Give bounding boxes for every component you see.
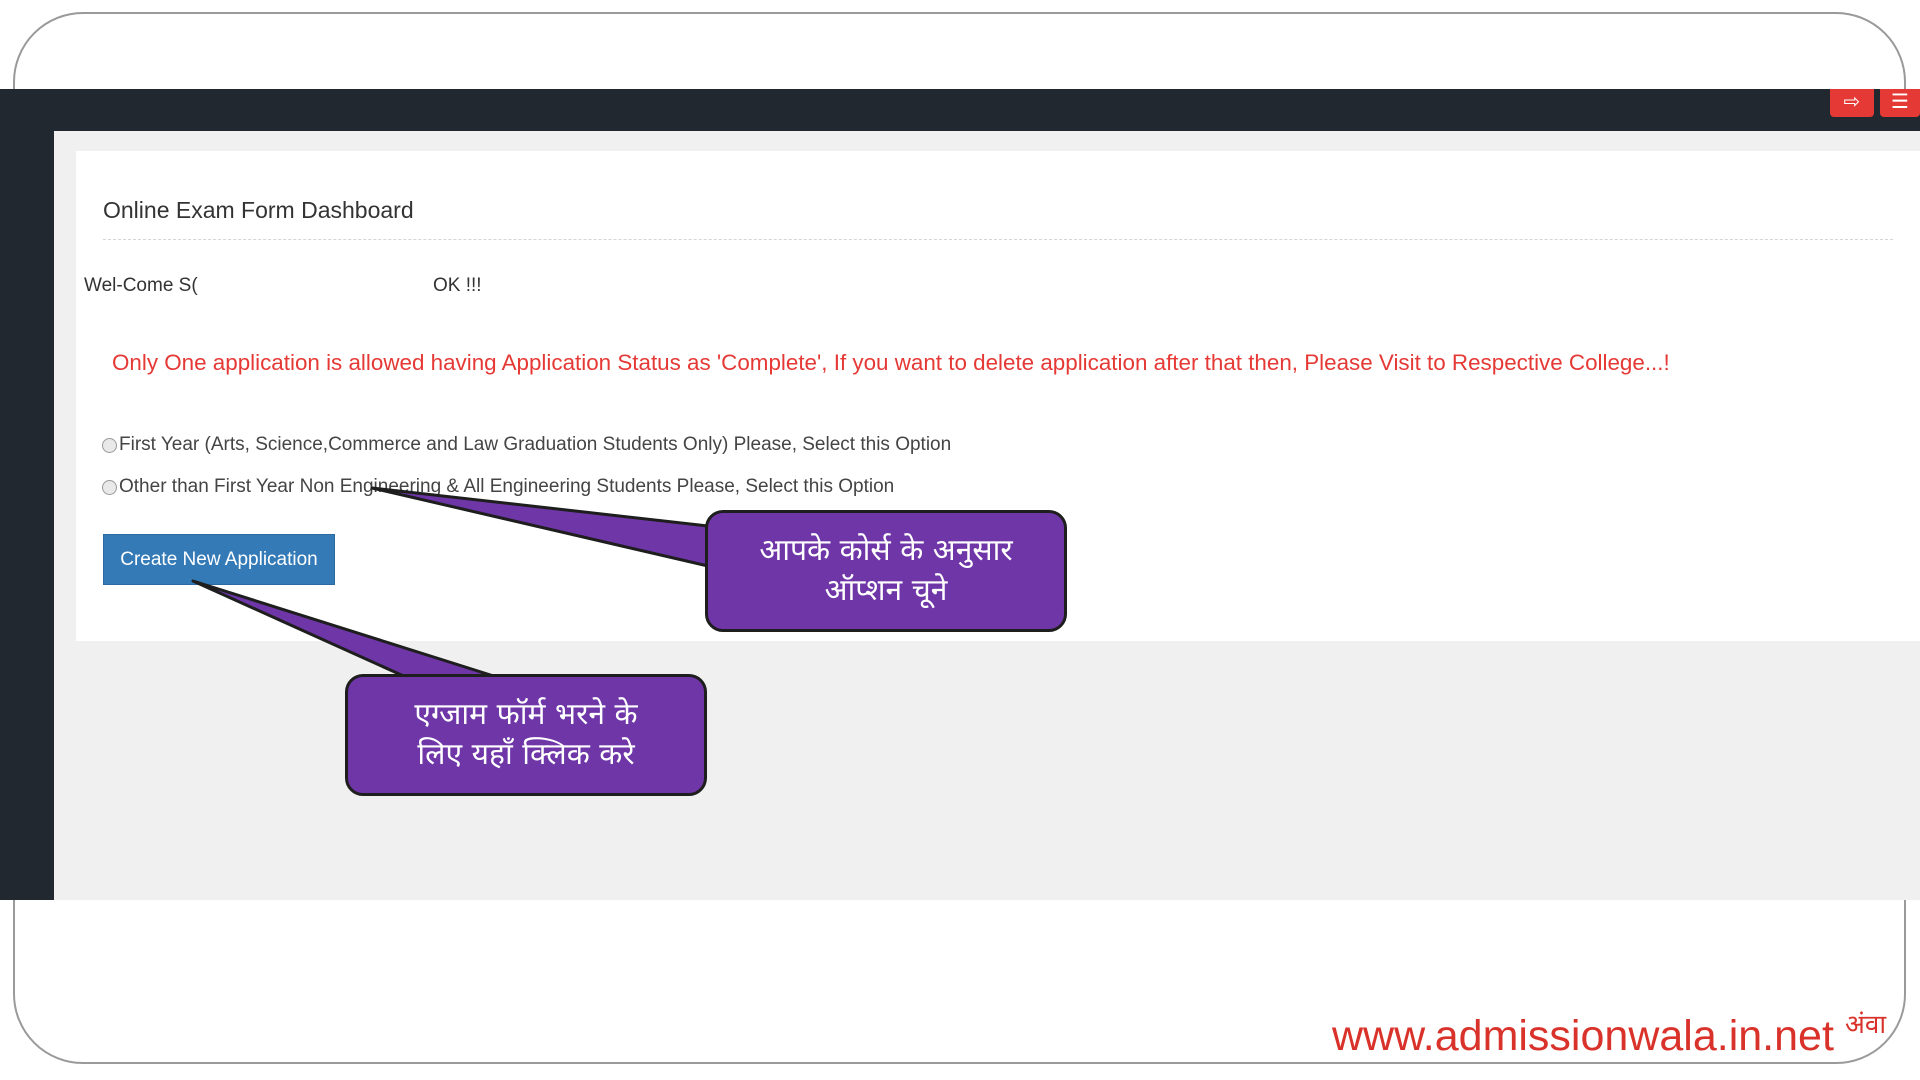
options-callout-pointer <box>370 486 710 568</box>
button-callout-pointer <box>191 579 502 680</box>
options-hint-line-2: ऑप्शन चूने <box>824 573 948 608</box>
button-hint-line-1: एग्जाम फॉर्म भरने के <box>414 697 638 732</box>
options-hint-line-1: आपके कोर्स के अनुसार <box>759 533 1013 568</box>
button-hint-line-2: लिए यहाँ क्लिक करे <box>417 737 635 772</box>
logo-text: अंवा <box>1845 1010 1887 1040</box>
options-hint-callout: आपके कोर्स के अनुसार ऑप्शन चूने <box>705 510 1067 632</box>
button-hint-callout: एग्जाम फॉर्म भरने के लिए यहाँ क्लिक करे <box>345 674 707 796</box>
admissionwala-logo: अंवा <box>1845 1010 1887 1040</box>
website-url: www.admissionwala.in.net <box>1332 1012 1834 1060</box>
